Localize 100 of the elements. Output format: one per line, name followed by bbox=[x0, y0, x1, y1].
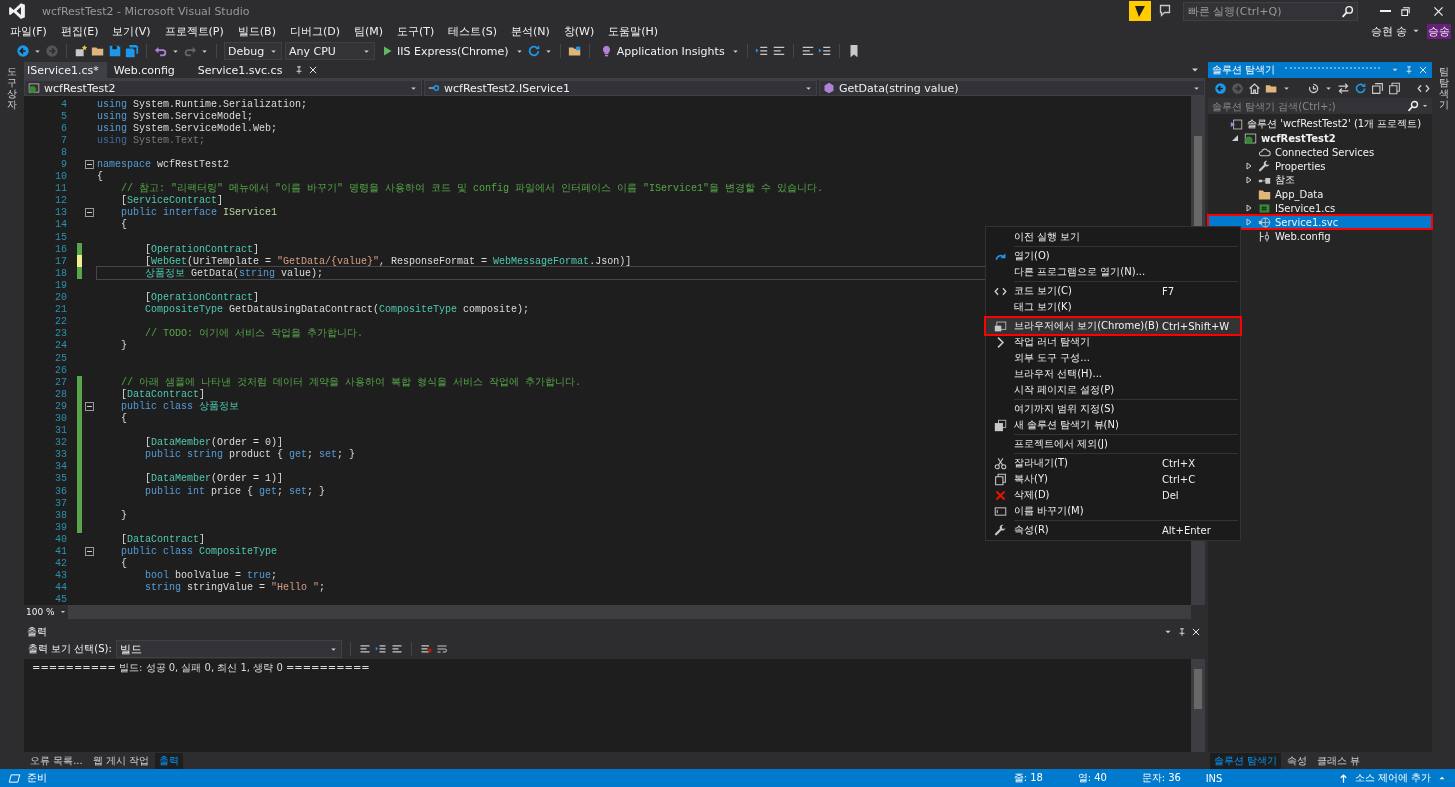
tree-item[interactable]: Service1.svc bbox=[1208, 215, 1432, 229]
menu-item[interactable]: 파일(F) bbox=[4, 23, 53, 39]
account-name[interactable]: 승현 송 bbox=[1370, 23, 1407, 39]
insert-mode-indicator: INS bbox=[1205, 772, 1224, 784]
notification-flag-icon[interactable] bbox=[1129, 1, 1151, 21]
menu-item[interactable]: 브라우저 선택(H)... bbox=[986, 366, 1240, 382]
avatar[interactable]: 승송 bbox=[1427, 23, 1451, 39]
zoom-dropdown[interactable]: 100 % bbox=[24, 605, 68, 619]
tree-item[interactable]: Connected Services bbox=[1208, 145, 1432, 159]
folder-icon bbox=[1258, 187, 1271, 201]
code-line: [DataContract] bbox=[120, 388, 206, 400]
expander-icon[interactable] bbox=[1231, 134, 1239, 142]
type-dropdown[interactable]: wcfRestTest2.IService1 bbox=[424, 80, 817, 96]
side-tab[interactable]: 도구 상자 bbox=[7, 66, 17, 769]
forward-icon bbox=[1231, 81, 1244, 95]
code-line: bool boolValue = true; bbox=[144, 570, 278, 582]
line-number: 45 bbox=[54, 594, 68, 605]
code-line: [ServiceContract] bbox=[120, 195, 224, 207]
menu-item[interactable]: 태그 보기(K) bbox=[986, 299, 1240, 315]
menu-item[interactable]: 빌드(B) bbox=[231, 23, 282, 39]
new-project-icon bbox=[74, 44, 88, 58]
restore-icon bbox=[1399, 4, 1412, 18]
menu-item[interactable]: 새 솔루션 탐색기 뷰(N) bbox=[986, 417, 1240, 433]
code-line: [WebGet(UriTemplate = "GetData/{value}", ResponseFormat = WebMessageFormat.Json)] bbox=[144, 255, 632, 267]
configuration-dropdown[interactable]: Debug bbox=[224, 42, 282, 60]
project-dropdown[interactable]: wcfRestTest2 bbox=[24, 80, 422, 96]
menu-item[interactable]: 복사(Y) Ctrl+C bbox=[986, 471, 1240, 487]
menu-item[interactable]: 열기(O) bbox=[986, 248, 1240, 264]
expander-icon[interactable] bbox=[1245, 204, 1253, 212]
menu-item[interactable]: 이름 바꾸기(M) bbox=[986, 503, 1240, 519]
tree-item[interactable]: IService1.cs bbox=[1208, 201, 1432, 215]
menu-item[interactable]: 분석(N) bbox=[504, 23, 556, 39]
output-source-dropdown[interactable]: 빌드 bbox=[115, 640, 342, 658]
menu-item[interactable]: 잘라내기(T) Ctrl+X bbox=[986, 455, 1240, 471]
platform-dropdown[interactable]: Any CPU bbox=[285, 42, 375, 60]
menu-item[interactable]: 편집(E) bbox=[54, 23, 105, 39]
fold-toggle-icon[interactable] bbox=[84, 401, 94, 411]
csharp-file-icon bbox=[1258, 201, 1271, 215]
code-line: public class 상품정보 bbox=[120, 400, 240, 412]
line-number: 31 bbox=[54, 425, 68, 437]
menu-item[interactable]: 팀(M) bbox=[348, 23, 390, 39]
panel-tab[interactable]: 출력 bbox=[155, 752, 184, 769]
menu-item[interactable]: 도구(T) bbox=[391, 23, 441, 39]
tree-item[interactable]: 솔루션 'wcfRestTest2' (1개 프로젝트) bbox=[1208, 117, 1432, 131]
tree-item[interactable]: 참조 bbox=[1208, 173, 1432, 187]
search-field[interactable]: 솔루션 탐색기 검색(Ctrl+;) bbox=[1208, 98, 1404, 114]
refresh-icon bbox=[526, 44, 541, 58]
line-number: 42 bbox=[54, 558, 68, 570]
menu-item[interactable]: 테스트(S) bbox=[442, 23, 503, 39]
line-number: 9 bbox=[60, 159, 68, 170]
fold-toggle-icon[interactable] bbox=[84, 208, 94, 218]
line-number: 24 bbox=[54, 340, 68, 352]
menu-item[interactable]: 브라우저에서 보기(Chrome)(B) Ctrl+Shift+W bbox=[986, 318, 1240, 334]
line-number: 39 bbox=[54, 521, 68, 533]
fold-toggle-icon[interactable] bbox=[84, 547, 94, 556]
panel-tab[interactable]: 웹 게시 작업 bbox=[88, 752, 154, 769]
line-number: 12 bbox=[54, 195, 68, 207]
document-tab[interactable]: Service1.svc.cs bbox=[194, 62, 291, 78]
code-line: [OperationContract] bbox=[144, 292, 260, 304]
menu-item[interactable]: 작업 러너 탐색기 bbox=[986, 334, 1240, 350]
panel-tab[interactable]: 솔루션 탐색기 bbox=[1210, 752, 1282, 769]
application-insights-button[interactable]: Application Insights bbox=[596, 44, 728, 58]
code-line: using System.Text; bbox=[97, 134, 206, 146]
menu-item[interactable]: 속성(R) Alt+Enter bbox=[986, 522, 1240, 538]
menu-item[interactable]: 외부 도구 구성... bbox=[986, 350, 1240, 366]
tree-item[interactable]: Properties bbox=[1208, 159, 1432, 173]
tree-item[interactable]: App_Data bbox=[1208, 187, 1432, 201]
tree-item[interactable]: wcfRestTest2 bbox=[1208, 131, 1432, 145]
side-tab[interactable]: 팀 탐색기 bbox=[1438, 66, 1449, 769]
expander-icon[interactable] bbox=[1245, 176, 1253, 184]
vertical-scrollbar[interactable] bbox=[1191, 659, 1205, 752]
menu-item[interactable]: 삭제(D) Del bbox=[986, 487, 1240, 503]
close-icon bbox=[1432, 4, 1445, 18]
line-number: 6 bbox=[60, 122, 68, 134]
document-tab[interactable]: IService1.cs* bbox=[24, 62, 107, 78]
panel-tab[interactable]: 속성 bbox=[1283, 752, 1312, 769]
menu-item[interactable]: 디버그(D) bbox=[283, 23, 346, 39]
member-dropdown[interactable]: GetData(string value) bbox=[819, 80, 1205, 96]
line-number: 7 bbox=[60, 134, 68, 146]
menu-item[interactable]: 다른 프로그램으로 열기(N)... bbox=[986, 264, 1240, 280]
menu-item[interactable]: 시작 페이지로 설정(P) bbox=[986, 382, 1240, 398]
document-tab[interactable]: Web.config bbox=[110, 62, 191, 78]
menu-item[interactable]: 프로젝트에서 제외(J) bbox=[986, 436, 1240, 452]
menu-item[interactable]: 프로젝트(P) bbox=[158, 23, 230, 39]
panel-tab[interactable]: 오류 목록... bbox=[26, 752, 87, 769]
code-line: { bbox=[97, 171, 103, 183]
fold-toggle-icon[interactable] bbox=[84, 160, 94, 169]
column-indicator: 열: 40 bbox=[1077, 771, 1108, 785]
run-button[interactable]: IIS Express(Chrome) bbox=[378, 44, 512, 58]
menu-item[interactable]: 창(W) bbox=[557, 23, 601, 39]
menu-item[interactable]: 보기(V) bbox=[106, 23, 157, 39]
expander-icon[interactable] bbox=[1245, 162, 1253, 170]
code-line: // 참고: "리팩터링" 메뉴에서 "이름 바꾸기" 명령을 사용하여 코드 및 config 파일에서 인터페이스 이름 "IService1"을 변경할 수 있습니다. bbox=[120, 183, 824, 195]
menu-item[interactable]: 여기까지 범위 지정(S) bbox=[986, 401, 1240, 417]
panel-tab[interactable]: 클래스 뷰 bbox=[1313, 752, 1365, 769]
up-arrow-icon bbox=[1337, 772, 1349, 784]
menu-item[interactable]: 코드 보기(C) F7 bbox=[986, 283, 1240, 299]
menu-item[interactable]: 도움말(H) bbox=[602, 23, 665, 39]
horizontal-scrollbar[interactable] bbox=[68, 605, 1191, 619]
source-control-button[interactable]: 소스 제어에 추가 bbox=[1354, 771, 1431, 785]
